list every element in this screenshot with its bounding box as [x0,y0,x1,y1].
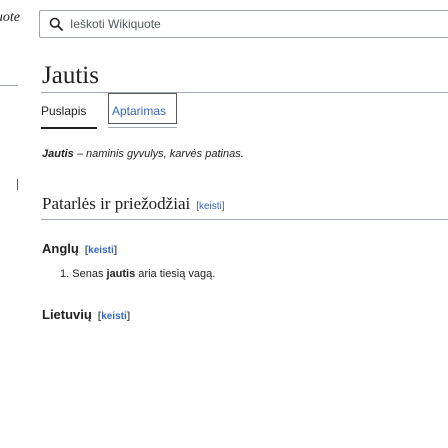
search-input[interactable] [70,17,400,31]
tab-selected-indicator [41,127,97,129]
edit-link[interactable]: keisti [101,311,127,322]
list-number: 1. [60,268,70,280]
tab-aptarimas-label: Aptarimas [112,104,167,118]
edit-link[interactable]: keisti [199,201,222,212]
intro-paragraph: Jautis – naminis gyvulys, karvės patinas… [42,147,244,161]
search-box[interactable] [39,10,448,38]
quote-before: Senas [72,268,107,280]
section-divider [41,219,448,220]
list-item: 1. Senas jautis aria tiesią vagą. [60,267,215,281]
intro-text: – naminis gyvulys, karvės patinas. [73,148,244,160]
intro-term: Jautis [42,148,74,160]
edit-section: [keisti] [84,245,118,256]
edit-link[interactable]: keisti [88,245,114,256]
title-divider [41,92,448,93]
page-title: Jautis [42,62,99,89]
logo-text: iquote [0,10,20,25]
section-heading-proverbs: Patarlės ir priežodžiai [keisti] [42,193,225,218]
tab-puslapis[interactable]: Puslapis [41,103,86,119]
sidebar-divider [0,85,18,86]
quote-keyword: jautis [106,268,136,280]
search-icon [49,17,63,31]
scrollbar-handle[interactable] [17,179,18,190]
edit-section: [keisti] [196,201,225,212]
section-title: Patarlės ir priežodžiai [42,194,191,213]
quote-text: Senas jautis aria tiesią vagą. [72,268,215,280]
wikiquote-logo[interactable]: iquote [0,10,20,40]
subsection-heading-english: Anglų [keisti] [42,240,117,260]
edit-section: [keisti] [97,311,131,322]
quote-after: aria tiesią vagą. [135,268,216,280]
subsection-heading-lithuanian: Lietuvių [keisti] [42,306,130,326]
subsection-title: Anglų [42,241,79,256]
tab-aptarimas[interactable]: Aptarimas [108,93,177,124]
subsection-title: Lietuvių [42,307,92,322]
tab-underline [108,127,177,128]
